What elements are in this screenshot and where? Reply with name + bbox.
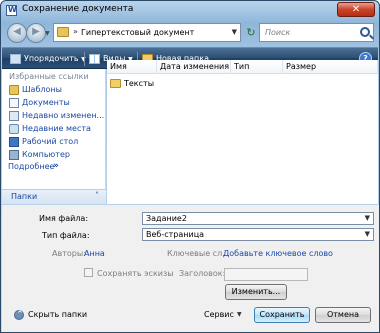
favorite-links-title: Избранные ссылки (9, 72, 89, 81)
sidebar-item-label: Компьютер (22, 150, 70, 159)
save-dialog: Сохранение документа ✕ ◀ ▶ ▼ » Гипертекс… (0, 0, 380, 333)
organize-label: Упорядочить (24, 54, 79, 63)
filename-label: Имя файла: (39, 214, 89, 223)
file-name: Тексты (124, 79, 155, 88)
organize-icon (10, 54, 21, 64)
sidebar-item-label: Недавние места (22, 124, 91, 133)
authors-value[interactable]: Анна (84, 249, 105, 258)
search-input[interactable]: Поиск (259, 23, 374, 42)
organize-button[interactable]: Упорядочить ▼ (8, 52, 86, 66)
title-field[interactable] (224, 268, 308, 281)
sidebar-item-label: Рабочий стол (22, 137, 79, 146)
filetype-label: Тип файла: (42, 231, 90, 240)
places-icon (9, 124, 19, 134)
close-button[interactable]: ✕ (337, 2, 375, 17)
address-bar[interactable]: » Гипертекстовый документ ▼ (53, 23, 241, 42)
navigation-pane: Избранные ссылки Шаблоны Документы Недав… (2, 69, 106, 204)
list-item[interactable]: Тексты (110, 78, 154, 90)
forward-button[interactable]: ▶ (26, 23, 46, 43)
recent-icon (9, 111, 19, 121)
search-icon[interactable] (360, 27, 370, 37)
computer-icon (9, 150, 19, 160)
sidebar-item-label: Шаблоны (22, 85, 62, 94)
address-dropdown-icon[interactable]: ▼ (232, 28, 237, 36)
refresh-icon[interactable]: ↻ (244, 26, 258, 40)
views-icon (89, 54, 100, 64)
double-chevron-right-icon[interactable]: » (53, 161, 59, 171)
title-bar: Сохранение документа ✕ (1, 1, 379, 20)
folder-icon (110, 79, 121, 88)
change-button[interactable]: Изменить... (225, 284, 287, 300)
filename-field[interactable]: Задание2 ▼ (142, 212, 374, 225)
toolbar-divider (84, 52, 85, 66)
address-path: Гипертекстовый документ (81, 28, 195, 37)
filetype-value: Веб-страница (146, 230, 205, 239)
authors-label: Авторы: (52, 249, 86, 258)
sidebar-item-recent-places[interactable]: Недавние места (9, 123, 91, 135)
folder-icon (57, 27, 69, 37)
folders-label: Папки (11, 192, 38, 201)
breadcrumb-separator-icon[interactable]: » (73, 27, 78, 36)
back-arrow-icon: ◀ (13, 26, 21, 37)
sidebar-item-computer[interactable]: Компьютер (9, 149, 70, 161)
sidebar-item-desktop[interactable]: Рабочий стол (9, 136, 78, 148)
sidebar-item-label: Документы (22, 98, 70, 107)
sidebar-item-documents[interactable]: Документы (9, 97, 70, 109)
file-list[interactable]: Имя Дата изменения Тип Размер Тексты (107, 60, 378, 204)
save-thumbnails-label: Сохранять эскизы (97, 269, 174, 278)
save-button[interactable]: Сохранить (254, 307, 310, 323)
window-title: Сохранение документа (22, 4, 134, 14)
desktop-icon (9, 137, 19, 147)
keywords-value[interactable]: Добавьте ключевое слово (223, 249, 333, 258)
back-button[interactable]: ◀ (7, 23, 27, 43)
save-thumbnails-checkbox[interactable] (84, 268, 93, 277)
column-header-date[interactable]: Дата изменения (157, 60, 231, 74)
tools-button[interactable]: Сервис (204, 310, 234, 319)
documents-icon (9, 98, 19, 108)
filetype-select[interactable]: Веб-страница ▼ (142, 228, 374, 241)
search-placeholder: Поиск (265, 28, 291, 37)
sidebar-item-templates[interactable]: Шаблоны (9, 84, 62, 96)
title-label: Заголовок: (179, 269, 226, 278)
column-header-size[interactable]: Размер (283, 60, 378, 74)
keywords-label: Ключевые сл... (167, 249, 230, 258)
word-app-icon (6, 5, 17, 16)
chevron-up-icon: ˄ (95, 191, 99, 200)
column-header-name[interactable]: Имя (107, 60, 157, 74)
column-header-type[interactable]: Тип (231, 60, 283, 74)
filename-value: Задание2 (146, 214, 187, 223)
sidebar-item-label: Недавно изменен... (22, 111, 105, 120)
sidebar-item-recently-changed[interactable]: Недавно изменен... (9, 110, 104, 122)
chevron-down-icon[interactable]: ▼ (365, 213, 370, 224)
folder-icon (9, 85, 19, 95)
hide-folders-label[interactable]: Скрыть папки (28, 310, 87, 319)
forward-arrow-icon: ▶ (32, 26, 40, 37)
more-link[interactable]: Подробнее (8, 162, 54, 171)
hide-folders-icon[interactable] (14, 310, 24, 320)
tools-dropdown-icon[interactable]: ▼ (237, 311, 242, 318)
chevron-down-icon[interactable]: ▼ (365, 229, 370, 240)
history-dropdown-icon[interactable]: ▼ (45, 30, 50, 37)
folders-toggle[interactable]: Папки ˄ (2, 189, 106, 204)
cancel-button[interactable]: Отмена (315, 307, 371, 323)
